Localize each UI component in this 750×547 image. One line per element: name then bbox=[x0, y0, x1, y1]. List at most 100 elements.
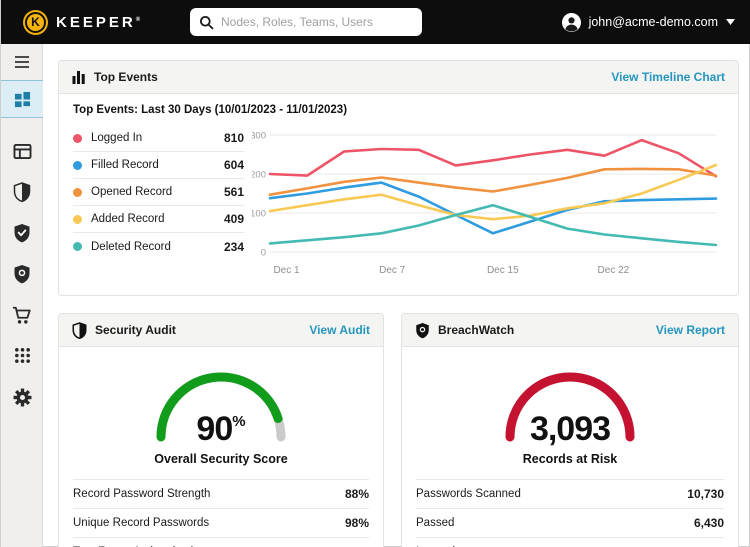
legend-item[interactable]: Added Record 409 bbox=[73, 206, 244, 233]
panel-title: BreachWatch bbox=[438, 323, 515, 337]
sidebar-item-security-audit[interactable] bbox=[1, 173, 43, 211]
svg-text:Dec 22: Dec 22 bbox=[598, 265, 630, 276]
metric-row: Passwords Scanned 10,730 bbox=[416, 479, 724, 508]
metric-label: Record Password Strength bbox=[73, 488, 211, 500]
legend-dot-icon bbox=[73, 214, 82, 224]
legend-dot-icon bbox=[73, 133, 82, 143]
records-at-risk-value: 3,093 bbox=[529, 410, 611, 448]
line-chart: 0 100 200 300 Dec 1 Dec 7 Dec 15 Dec 22 bbox=[250, 131, 718, 276]
legend-item[interactable]: Opened Record 561 bbox=[73, 179, 244, 206]
security-audit-header: Security Audit View Audit bbox=[59, 314, 383, 347]
view-timeline-chart-link[interactable]: View Timeline Chart bbox=[611, 70, 725, 84]
security-score-value: 90% bbox=[196, 410, 246, 448]
brand-name: KEEPER® bbox=[56, 13, 141, 31]
legend-item[interactable]: Deleted Record 234 bbox=[73, 233, 244, 260]
svg-text:300: 300 bbox=[252, 131, 266, 142]
breachwatch-metrics: Passwords Scanned 10,730 Passed 6,430 Ignore… bbox=[416, 479, 724, 547]
marketplace-cart-icon bbox=[12, 306, 31, 324]
user-email: john@acme-demo.com bbox=[588, 15, 718, 29]
search-icon bbox=[200, 15, 214, 29]
sidebar-item-breachwatch[interactable] bbox=[1, 255, 43, 293]
keeper-logo-icon: K bbox=[23, 9, 48, 35]
legend-value: 561 bbox=[223, 185, 244, 199]
legend-dot-icon bbox=[73, 242, 82, 251]
security-audit-shield-icon bbox=[13, 182, 31, 202]
view-report-link[interactable]: View Report bbox=[656, 323, 725, 337]
metric-row: Unique Record Passwords 98% bbox=[73, 508, 369, 537]
legend-dot-icon bbox=[73, 160, 82, 170]
metric-row: Two-Factor Authentication50% bbox=[73, 537, 369, 547]
sidebar-item-marketplace[interactable] bbox=[1, 296, 43, 334]
metric-value: 88% bbox=[344, 487, 369, 501]
legend-dot-icon bbox=[73, 187, 82, 197]
top-events-header: Top Events View Timeline Chart bbox=[59, 61, 738, 94]
svg-text:Dec 15: Dec 15 bbox=[487, 265, 519, 276]
menu-icon[interactable] bbox=[1, 44, 43, 80]
view-audit-link[interactable]: View Audit bbox=[309, 323, 370, 337]
gauge-caption: Overall Security Score bbox=[154, 452, 288, 466]
breachwatch-panel: BreachWatch View Report 3,093 Records at… bbox=[401, 313, 739, 547]
legend-item[interactable]: Logged In 810 bbox=[73, 125, 244, 152]
dashboard-grid-icon bbox=[14, 91, 30, 107]
security-score-gauge: 90% bbox=[146, 361, 296, 448]
security-audit-panel: Security Audit View Audit 90% Overall Se… bbox=[58, 313, 384, 547]
sidebar-item-settings[interactable] bbox=[1, 378, 43, 416]
compliance-shield-check-icon bbox=[14, 224, 30, 243]
legend-value: 234 bbox=[223, 239, 244, 254]
app-window: K KEEPER® john@acme-demo.com bbox=[0, 0, 750, 547]
security-audit-shield-icon bbox=[72, 321, 87, 339]
global-search[interactable] bbox=[190, 8, 422, 36]
svg-text:Dec 7: Dec 7 bbox=[379, 265, 406, 276]
apps-grid-icon bbox=[14, 347, 30, 363]
legend-label: Added Record bbox=[91, 213, 165, 225]
metric-row: Ignored1,207 bbox=[416, 537, 724, 547]
svg-text:0: 0 bbox=[261, 248, 266, 259]
topbar: K KEEPER® john@acme-demo.com bbox=[1, 0, 750, 44]
svg-text:100: 100 bbox=[252, 209, 266, 220]
events-subtitle: Top Events: Last 30 Days (10/01/2023 - 1… bbox=[73, 104, 348, 116]
sidebar-item-apps[interactable] bbox=[1, 336, 43, 374]
metric-label: Unique Record Passwords bbox=[73, 517, 210, 529]
metric-label: Passed bbox=[416, 517, 455, 529]
search-input[interactable] bbox=[221, 15, 413, 29]
legend-label: Filled Record bbox=[91, 159, 159, 171]
legend-label: Logged In bbox=[91, 132, 143, 144]
keeper-logo: K KEEPER® bbox=[23, 9, 141, 35]
legend-item[interactable]: Filled Record 604 bbox=[73, 152, 244, 179]
events-chart: 0 100 200 300 Dec 1 Dec 7 Dec 15 Dec 22 bbox=[250, 125, 724, 284]
breachwatch-header: BreachWatch View Report bbox=[402, 314, 738, 347]
user-menu[interactable]: john@acme-demo.com bbox=[561, 0, 735, 44]
events-legend: Logged In 810 Filled Record 604 Opened Recor… bbox=[73, 125, 244, 284]
admin-window-icon bbox=[13, 143, 31, 159]
settings-gear-icon bbox=[13, 388, 31, 406]
metric-value: 6,430 bbox=[693, 516, 724, 530]
breachwatch-shield-icon bbox=[416, 322, 429, 338]
chevron-down-icon bbox=[726, 19, 735, 25]
metric-label: Passwords Scanned bbox=[416, 488, 521, 500]
legend-value: 810 bbox=[223, 131, 244, 145]
security-audit-metrics: Record Password Strength 88% Unique Record… bbox=[73, 479, 369, 547]
panel-title: Top Events bbox=[94, 70, 158, 84]
metric-value: 98% bbox=[344, 516, 369, 530]
legend-value: 409 bbox=[223, 212, 244, 226]
metric-value: 10,730 bbox=[687, 487, 724, 501]
legend-label: Opened Record bbox=[91, 186, 173, 198]
metric-row: Passed 6,430 bbox=[416, 508, 724, 537]
registered-mark: ® bbox=[135, 16, 141, 23]
metric-row: Record Password Strength 88% bbox=[73, 479, 369, 508]
sidebar-item-compliance[interactable] bbox=[1, 214, 43, 252]
svg-text:Dec 1: Dec 1 bbox=[273, 265, 300, 276]
svg-text:200: 200 bbox=[252, 170, 266, 181]
panel-title: Security Audit bbox=[95, 323, 176, 337]
bar-chart-icon bbox=[72, 71, 85, 84]
top-events-panel: Top Events View Timeline Chart Top Event… bbox=[58, 60, 739, 296]
user-avatar-icon bbox=[561, 12, 581, 32]
sidebar bbox=[1, 44, 43, 547]
sidebar-item-admin[interactable] bbox=[1, 132, 43, 170]
legend-label: Deleted Record bbox=[91, 240, 171, 253]
breachwatch-shield-icon bbox=[14, 265, 30, 284]
gauge-caption: Records at Risk bbox=[522, 452, 618, 466]
sidebar-item-dashboard[interactable] bbox=[1, 80, 43, 118]
records-at-risk-gauge: 3,093 bbox=[495, 361, 645, 448]
legend-value: 604 bbox=[223, 158, 244, 172]
